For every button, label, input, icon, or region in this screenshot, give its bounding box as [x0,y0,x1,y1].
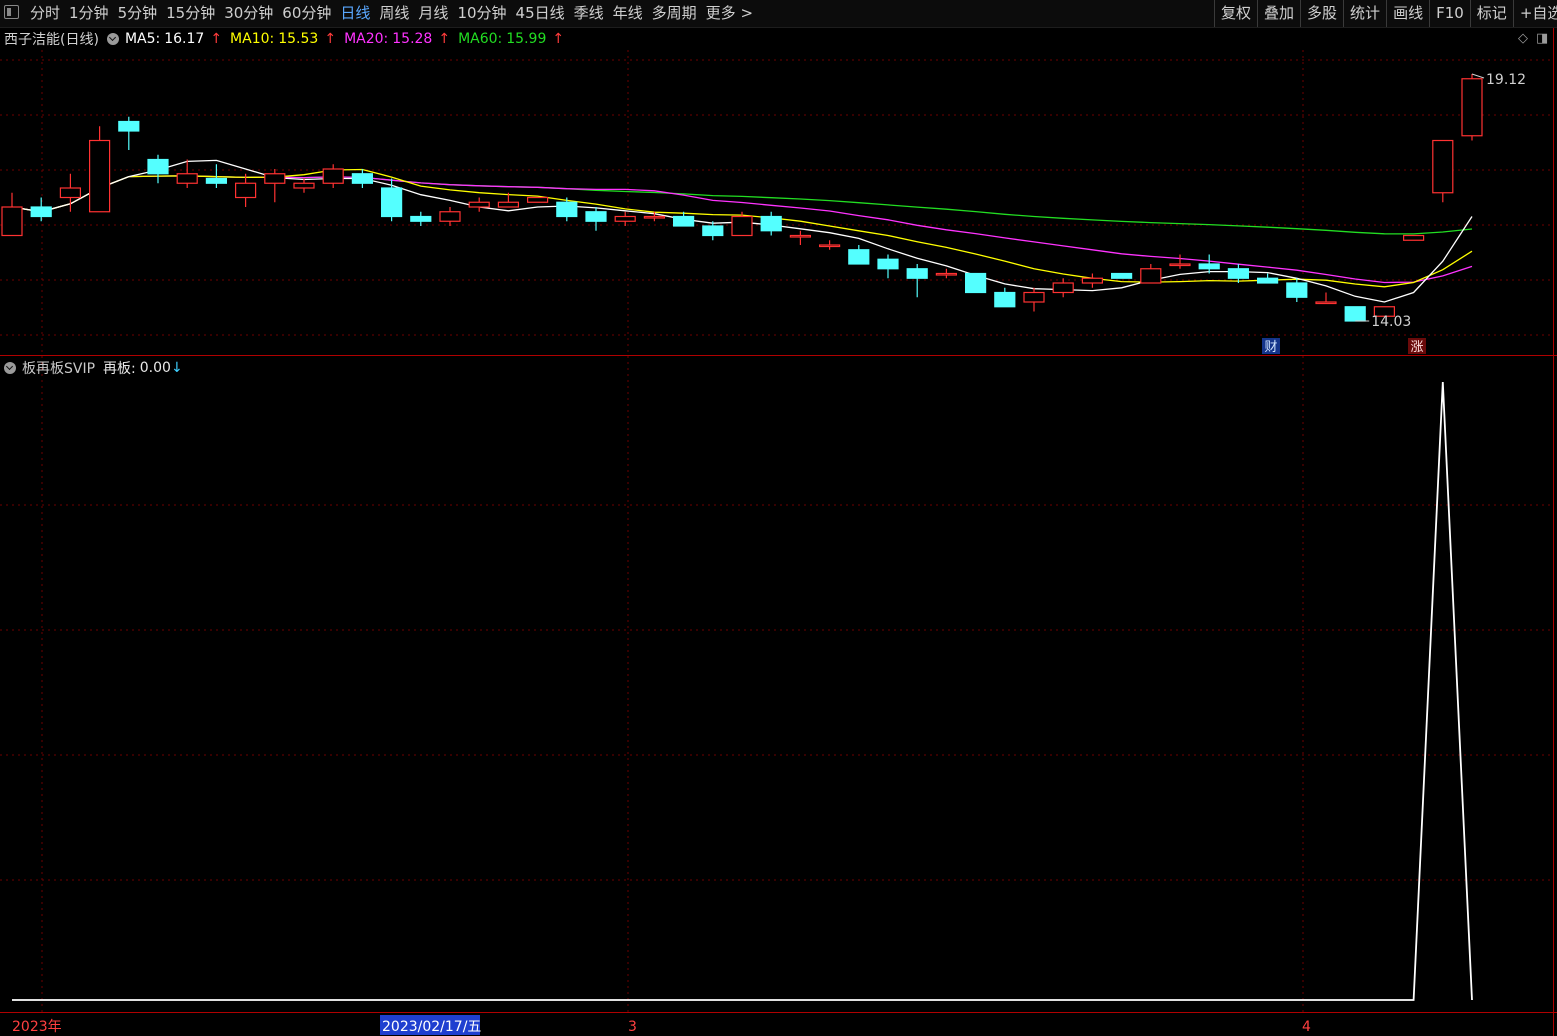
candle-up [264,173,286,184]
candle-down [906,268,928,279]
ma-label: MA20: [344,31,389,47]
candle-up [235,182,257,199]
candle-up [1023,291,1045,303]
candle-up [1461,78,1483,137]
ma-trend-arrow: ↑ [438,31,451,47]
pane-icons: ◇ ◨ [1510,31,1548,46]
candle-down [964,272,987,294]
candle-down [877,258,899,270]
candle-down [556,201,578,218]
candle-down [1198,263,1220,270]
indicator-name: 板再板SVIP [22,361,96,377]
candle-up [497,201,519,208]
candle-down [1110,272,1133,279]
x-axis-label: 2023/02/17/五 [382,1019,481,1035]
candle-down [410,215,432,222]
candle-down [147,158,169,175]
indicator-value: 0.00 [139,360,171,376]
ma-value: 15.53 [278,31,319,47]
candle-up [59,187,82,199]
sub-settings-gear-icon[interactable] [4,362,16,374]
candle-down [30,206,52,218]
candle-up [176,173,198,184]
collapse-pane-icon[interactable]: ◨ [1536,31,1548,46]
diamond-icon[interactable]: ◇ [1518,31,1528,46]
candle-up [643,215,666,219]
main-pane-header: 西子洁能(日线) MA5: 16.17 ↑ MA10: 15.53 ↑ MA20: 15.28… [4,29,572,49]
indicator-line [12,381,1473,1001]
limit-up-marker: 涨 [1410,340,1423,355]
candle-down [351,173,373,184]
x-axis-label: 2023年 [12,1019,62,1035]
ma-trend-arrow: ↑ [552,31,565,47]
candle-up [935,272,958,276]
ma-trend-arrow: ↑ [210,31,223,47]
candle-down [702,225,724,237]
candle-up [468,201,490,208]
indicator-label: 再板: [103,361,136,377]
candle-up [439,211,461,222]
candle-up [789,234,812,238]
candle-up [1169,263,1191,267]
candle-up [88,139,111,213]
x-axis-label: 4 [1302,1019,1311,1035]
ma-label: MA60: [458,31,503,47]
indicator-arrow: ↓ [170,360,183,376]
ma-legend: MA5: 16.17 ↑ MA10: 15.53 ↑ MA20: 15.28 ↑ MA60: 15.… [125,31,572,47]
ma-label: MA5: [124,31,161,47]
candle-down [1227,268,1250,279]
candle-up [731,215,753,237]
candle-up [1315,301,1337,305]
candle-up [526,196,549,203]
stock-title: 西子洁能(日线) [4,32,99,48]
kline-chart[interactable]: 19.12 14.03 财 涨 2023年 2023/02/17/五 3 4 [0,0,1557,1036]
candle-up [1052,282,1074,294]
candle-up [1,206,23,237]
candle-down [994,291,1016,308]
ma-label: MA10: [230,31,275,47]
sub-pane-header: 板再板SVIP 再板: 0.00 ↓ [4,358,191,378]
candle-down [585,211,607,222]
candle-down [1256,277,1279,284]
candle-down [848,249,870,265]
candle-up [322,168,344,184]
candle-down [118,120,140,132]
candle-up [1402,234,1425,241]
candle-down [1344,306,1366,322]
ma-value: 15.99 [506,31,547,47]
candle-down [1286,282,1308,298]
candle-up [293,182,315,189]
x-axis-label: 3 [628,1019,637,1035]
finance-marker: 财 [1264,340,1277,355]
high-pointer [1471,73,1485,79]
candle-up [1140,268,1162,284]
ma-trend-arrow: ↑ [324,31,337,47]
ma-value: 15.28 [392,31,433,47]
candle-up [1432,139,1454,194]
candle-up [818,244,841,248]
ma-value: 16.17 [164,31,205,47]
settings-gear-icon[interactable] [106,33,119,45]
candle-down [205,177,227,184]
high-price-label: 19.12 [1486,72,1526,88]
candle-down [381,187,403,218]
candle-up [1081,277,1104,284]
low-price-label: 14.03 [1371,314,1411,330]
candle-down [760,215,782,232]
candle-up [614,215,636,222]
candle-down [672,215,695,227]
